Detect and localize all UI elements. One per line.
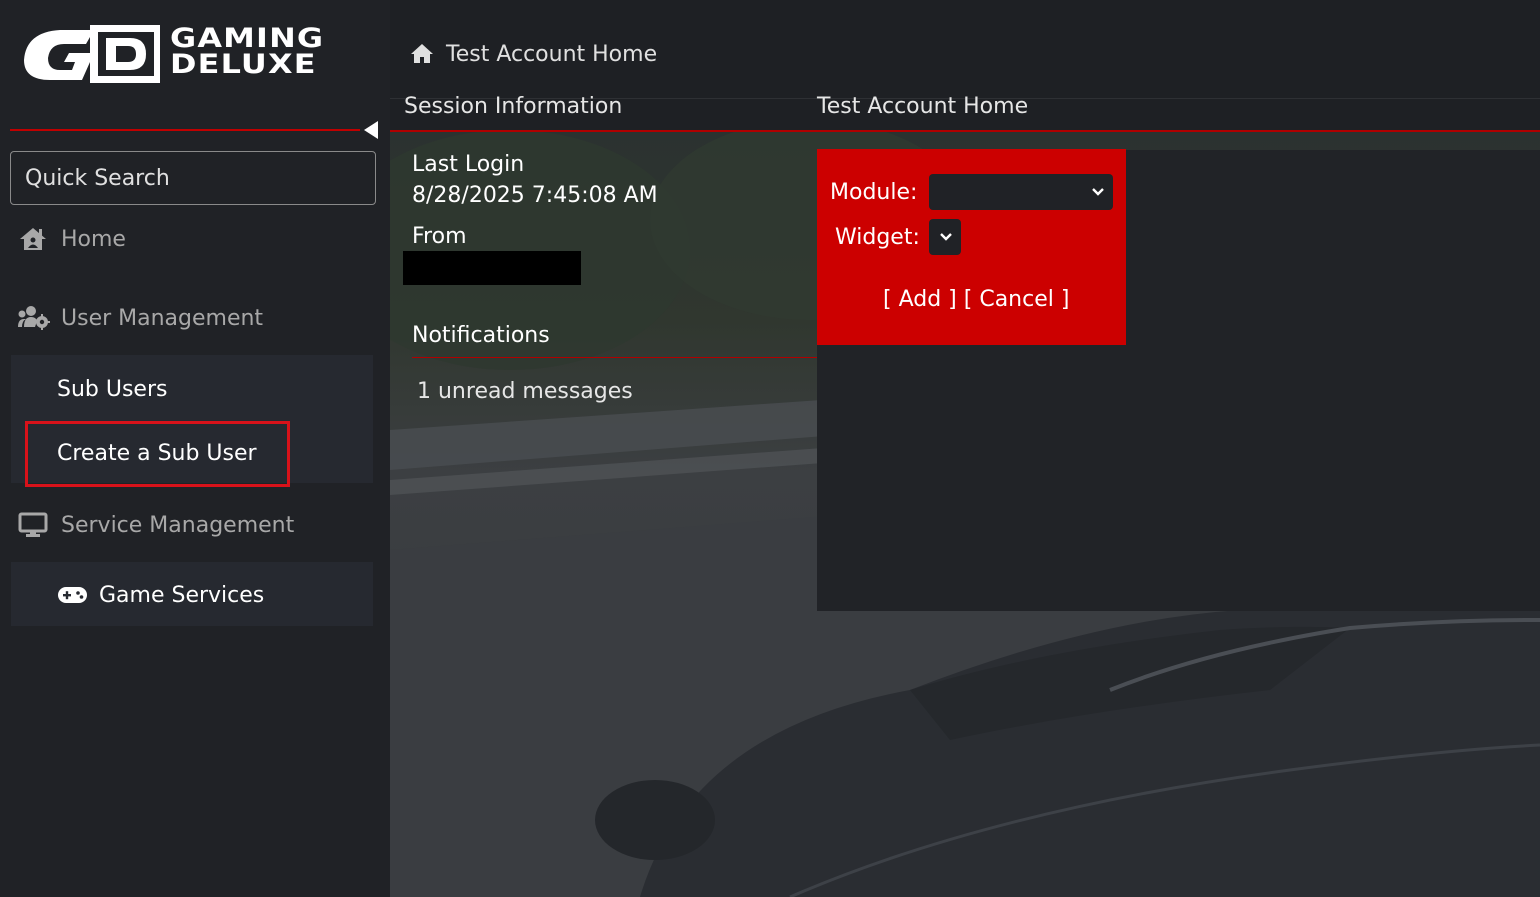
logo-text-deluxe: DELUXE bbox=[170, 49, 317, 80]
sidebar-item-label: Sub Users bbox=[57, 376, 168, 402]
gd-logo-mark-icon bbox=[24, 25, 162, 83]
quick-search-input[interactable] bbox=[10, 151, 376, 205]
notifications-divider bbox=[412, 357, 818, 358]
chevron-down-icon bbox=[940, 233, 952, 241]
sidebar-item-create-sub-user[interactable]: Create a Sub User bbox=[57, 435, 257, 471]
add-widget-button[interactable]: [ Add ] bbox=[883, 287, 957, 312]
sidebar-item-label: Home bbox=[61, 226, 126, 252]
sidebar-item-home[interactable]: Home bbox=[16, 221, 126, 257]
collapse-sidebar-arrow-icon[interactable] bbox=[364, 121, 378, 139]
breadcrumb: Test Account Home bbox=[410, 36, 657, 72]
widget-select[interactable] bbox=[929, 219, 961, 255]
session-information-title: Session Information bbox=[404, 94, 623, 119]
sidebar-item-service-management[interactable]: Service Management bbox=[16, 507, 294, 543]
sidebar-item-label: Create a Sub User bbox=[57, 440, 257, 466]
logo-wordmark: GAMING DELUXE bbox=[170, 25, 400, 80]
last-login-value: 8/28/2025 7:45:08 AM bbox=[412, 183, 658, 208]
main-content: Test Account Home Session Information Te… bbox=[390, 0, 1540, 897]
widget-label: Widget: bbox=[835, 225, 920, 250]
sidebar-item-label: User Management bbox=[61, 305, 264, 331]
module-select[interactable] bbox=[929, 174, 1113, 210]
breadcrumb-label: Test Account Home bbox=[446, 41, 658, 67]
header-divider bbox=[390, 130, 1540, 132]
module-label: Module: bbox=[830, 180, 918, 205]
sidebar-divider bbox=[10, 129, 360, 131]
sidebar: GAMING DELUXE Home bbox=[0, 0, 390, 897]
breadcrumb-home-icon[interactable] bbox=[410, 42, 434, 66]
gaming-deluxe-logo[interactable]: GAMING DELUXE bbox=[20, 22, 365, 86]
notifications-title: Notifications bbox=[412, 323, 550, 348]
sidebar-item-sub-users[interactable]: Sub Users bbox=[57, 371, 167, 407]
sidebar-item-label: Game Services bbox=[99, 582, 265, 608]
redacted-ip-address bbox=[403, 251, 581, 285]
users-cog-icon bbox=[16, 304, 50, 332]
chevron-down-icon bbox=[1092, 188, 1104, 196]
sidebar-item-label: Service Management bbox=[61, 512, 295, 538]
monitor-icon bbox=[16, 511, 50, 539]
account-home-title: Test Account Home bbox=[817, 94, 1029, 119]
sidebar-item-user-management[interactable]: User Management bbox=[16, 300, 263, 336]
add-widget-form: Module: Widget: [ Add ] [ Cancel ] bbox=[817, 149, 1126, 345]
last-login-label: Last Login bbox=[412, 152, 525, 177]
cancel-widget-button[interactable]: [ Cancel ] bbox=[964, 287, 1070, 312]
form-actions: [ Add ] [ Cancel ] bbox=[883, 287, 1069, 312]
unread-messages-link[interactable]: 1 unread messages bbox=[417, 379, 633, 404]
gamepad-icon bbox=[57, 585, 88, 605]
from-label: From bbox=[412, 224, 467, 249]
sidebar-item-game-services[interactable]: Game Services bbox=[57, 577, 264, 613]
home-icon bbox=[16, 225, 50, 253]
